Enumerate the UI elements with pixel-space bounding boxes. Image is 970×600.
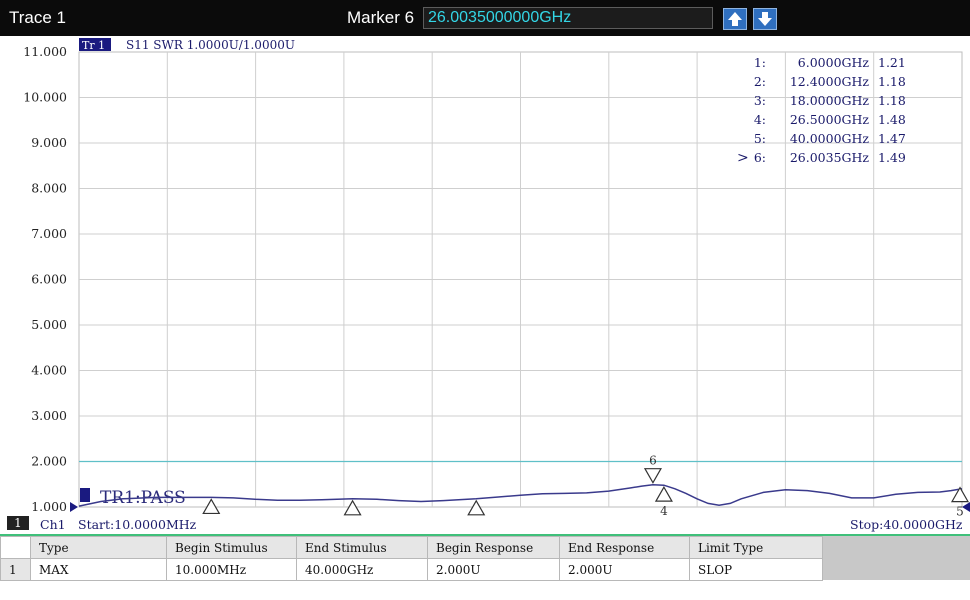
- marker-readout-value: 1.18: [878, 93, 906, 108]
- marker-6[interactable]: 6: [643, 454, 662, 484]
- marker-readout-id: 4:: [754, 112, 766, 127]
- marker-triangle: [467, 499, 486, 516]
- marker-up-button[interactable]: [723, 8, 747, 30]
- marker-5[interactable]: 5: [950, 486, 970, 516]
- marker-readout-value: 1.47: [878, 131, 906, 146]
- marker-1[interactable]: 1: [202, 498, 221, 516]
- y-tick-label: 2.000: [31, 454, 67, 469]
- marker-number: 6: [649, 454, 657, 468]
- marker-readout-frequency: 40.0000GHz: [790, 131, 870, 146]
- marker-triangle-active: [643, 468, 662, 484]
- marker-readout-value: 1.48: [878, 112, 906, 127]
- marker-readout-id: 5:: [754, 131, 766, 146]
- marker-2[interactable]: 2: [343, 499, 362, 516]
- marker-triangle: [202, 498, 221, 515]
- marker-readout-frequency: 6.0000GHz: [798, 55, 870, 70]
- marker-3[interactable]: 3: [467, 499, 486, 516]
- channel-number: 1: [7, 516, 29, 530]
- active-marker-pointer: >: [737, 150, 749, 166]
- marker-number: 4: [660, 504, 668, 516]
- trace-info: S11 SWR 1.0000U/1.0000U: [126, 38, 295, 52]
- start-frequency: Start:10.0000MHz: [78, 517, 197, 532]
- marker-frequency-input[interactable]: 26.0035000000GHz: [423, 7, 713, 29]
- column-header: End Stimulus: [296, 536, 428, 559]
- table-row[interactable]: 1 MAX 10.000MHz 40.000GHz 2.000U 2.000U …: [0, 558, 823, 581]
- pass-indicator: [80, 488, 90, 502]
- marker-readout-id: 3:: [754, 93, 766, 108]
- marker-readout-value: 1.21: [878, 55, 906, 70]
- marker-readout-id: 6:: [754, 150, 766, 165]
- table-cell[interactable]: SLOP: [689, 558, 823, 581]
- table-cell[interactable]: MAX: [30, 558, 167, 581]
- column-header: Begin Response: [427, 536, 560, 559]
- column-header: Type: [30, 536, 167, 559]
- limit-table: Type Begin Stimulus End Stimulus Begin R…: [0, 536, 823, 581]
- column-header: End Response: [559, 536, 690, 559]
- y-tick-label: 11.000: [23, 44, 67, 59]
- table-cell[interactable]: 2.000U: [427, 558, 560, 581]
- table-cell[interactable]: 40.000GHz: [296, 558, 428, 581]
- y-tick-label: 8.000: [31, 181, 67, 196]
- title-bar: Trace 1 Marker 6 26.0035000000GHz: [0, 0, 970, 36]
- arrow-down-icon: [758, 12, 772, 26]
- marker-readout-frequency: 12.4000GHz: [790, 74, 870, 89]
- marker-readout-frequency: 26.5000GHz: [790, 112, 870, 127]
- arrow-up-icon: [728, 12, 742, 26]
- y-axis-ticks: 11.000 10.000 9.000 8.000 7.000 6.000 5.000 4.0…: [23, 44, 67, 514]
- marker-readout-table: 1: 6.0000GHz 1.21 2: 12.4000GHz 1.18 3: 18.0000…: [737, 55, 906, 166]
- marker-4[interactable]: 4: [654, 485, 673, 516]
- marker-triangle: [343, 499, 362, 516]
- trace-tag: Tr 1: [82, 39, 105, 52]
- table-empty-area: [822, 536, 970, 580]
- column-header: Begin Stimulus: [166, 536, 297, 559]
- stop-frequency: Stop:40.0000GHz: [850, 517, 963, 532]
- marker-readout-id: 2:: [754, 74, 766, 89]
- marker-readout-frequency: 18.0000GHz: [790, 93, 870, 108]
- y-tick-label: 10.000: [23, 90, 67, 105]
- y-tick-label: 6.000: [31, 272, 67, 287]
- marker-number: 5: [956, 505, 964, 516]
- row-index: 1: [0, 558, 31, 581]
- reference-arrow-left: [70, 502, 78, 512]
- marker-readout-value: 1.18: [878, 74, 906, 89]
- table-cell[interactable]: 2.000U: [559, 558, 690, 581]
- column-header: Limit Type: [689, 536, 823, 559]
- y-tick-label: 3.000: [31, 408, 67, 423]
- table-cell[interactable]: 10.000MHz: [166, 558, 297, 581]
- y-tick-label: 5.000: [31, 317, 67, 332]
- y-tick-label: 7.000: [31, 226, 67, 241]
- y-tick-label: 9.000: [31, 135, 67, 150]
- limit-table-header: Type Begin Stimulus End Stimulus Begin R…: [0, 536, 823, 559]
- channel-label: Ch1: [40, 517, 66, 532]
- y-tick-label: 4.000: [31, 363, 67, 378]
- trace-title: Trace 1: [9, 8, 67, 27]
- marker-readout-value: 1.49: [878, 150, 906, 165]
- marker-readout-frequency: 26.0035GHz: [790, 150, 870, 165]
- y-tick-label: 1.000: [31, 499, 67, 514]
- marker-readout-id: 1:: [754, 55, 766, 70]
- row-index-header: [0, 536, 31, 559]
- marker-triangle: [654, 485, 673, 502]
- marker-label: Marker 6: [347, 8, 415, 27]
- marker-down-button[interactable]: [753, 8, 777, 30]
- swr-chart[interactable]: 11.00010.0009.0008.0007.0006.0005.0004.0…: [0, 36, 970, 516]
